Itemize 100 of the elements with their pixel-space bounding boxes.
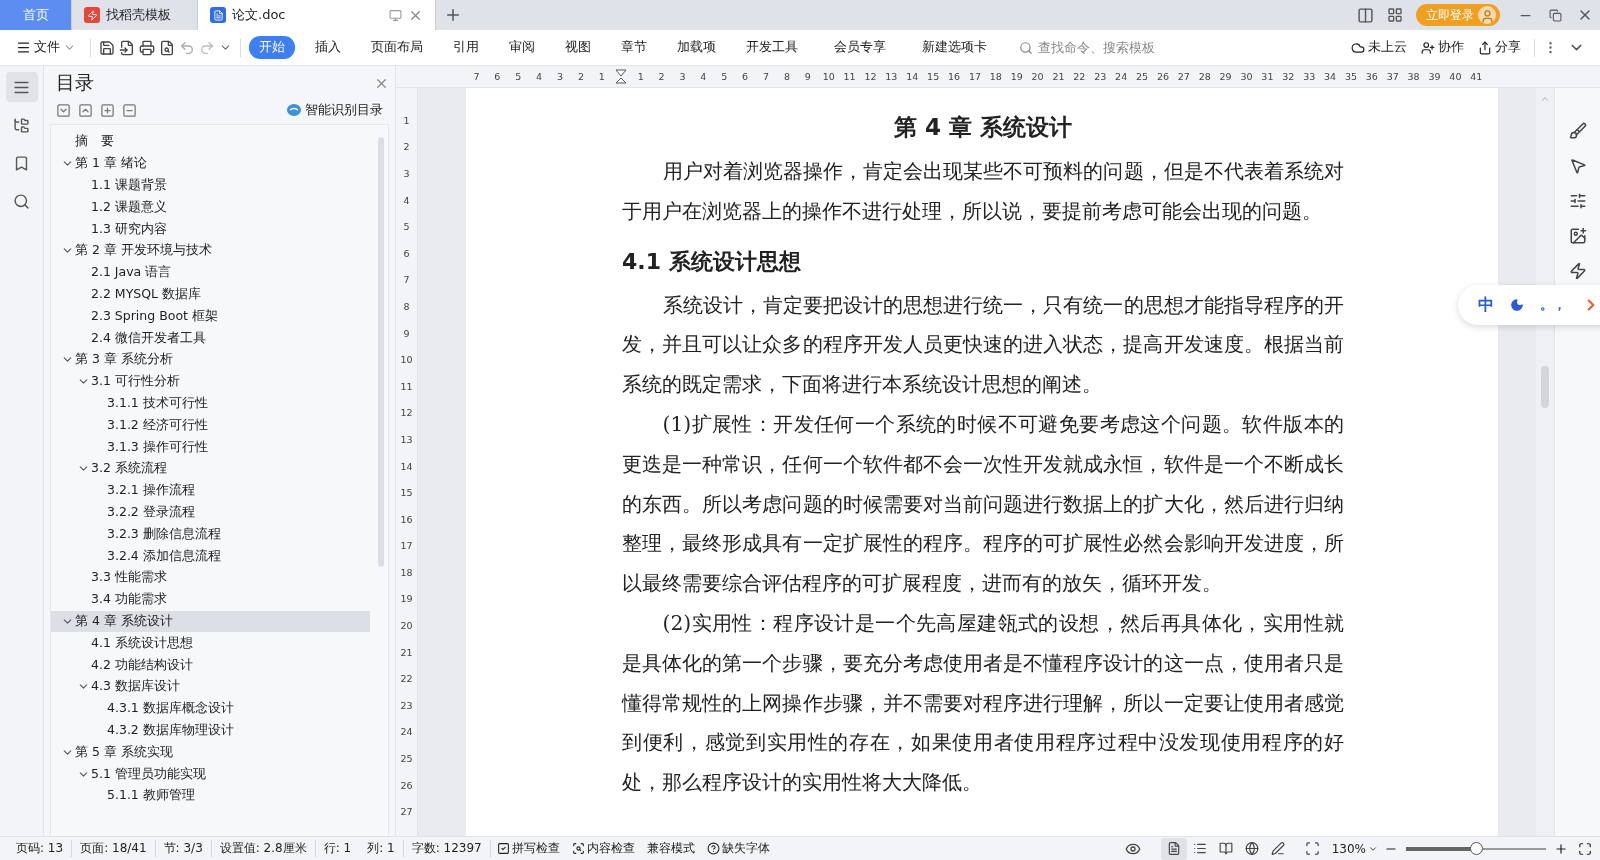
ribbon-tab[interactable]: 审阅: [499, 36, 545, 59]
ribbon-tab[interactable]: 开发工具: [736, 36, 808, 59]
toc-item[interactable]: 第 1 章 绪论: [51, 152, 370, 175]
ribbon-tab[interactable]: 视图: [555, 36, 601, 59]
preview-icon[interactable]: [159, 39, 175, 56]
indent-marker-icon[interactable]: [615, 68, 628, 85]
toc-item[interactable]: 2.3 Spring Boot 框架: [51, 305, 370, 328]
compat-mode-label[interactable]: 兼容模式: [640, 840, 701, 857]
image-icon[interactable]: [1568, 227, 1587, 245]
punctuation-mode[interactable]: 。，: [1540, 296, 1566, 314]
search-glyph-icon[interactable]: [13, 192, 30, 210]
spell-check-button[interactable]: 拼写检查: [490, 840, 566, 857]
zoom-in-icon[interactable]: [1554, 841, 1568, 856]
nav-glyph-icon[interactable]: [13, 116, 30, 134]
page-view-button[interactable]: [1160, 837, 1187, 860]
lightning-icon[interactable]: [1568, 262, 1587, 280]
toc-item[interactable]: 第 3 章 系统分析: [51, 348, 370, 371]
content-check-button[interactable]: 内容检查: [565, 840, 641, 857]
remove-icon[interactable]: [122, 102, 137, 118]
content-icon[interactable]: [571, 842, 585, 855]
toc-item[interactable]: 3.2.2 登录流程: [51, 501, 370, 524]
smart-toc-button[interactable]: 智能识别目录: [281, 100, 389, 120]
monitor-icon[interactable]: [389, 8, 402, 22]
fullscreen-icon[interactable]: [1578, 841, 1592, 856]
toc-item[interactable]: 4.3 数据库设计: [51, 675, 370, 698]
fit-icon[interactable]: [1304, 841, 1320, 856]
plus-icon[interactable]: [444, 6, 462, 24]
toc-item[interactable]: 3.2.4 添加信息流程: [51, 545, 370, 567]
toc-item[interactable]: 2.1 Java 语言: [51, 261, 370, 284]
page-icon[interactable]: [1166, 841, 1181, 856]
font-icon[interactable]: [706, 842, 720, 855]
outline-icon[interactable]: [1192, 841, 1207, 856]
toc-item[interactable]: 4.3.2 数据库物理设计: [51, 719, 370, 742]
smart-recognition-icon[interactable]: [287, 103, 301, 117]
toc-item[interactable]: 5.1.1 教师管理: [51, 784, 370, 807]
export-icon[interactable]: [119, 39, 135, 56]
add-icon[interactable]: [100, 102, 115, 118]
toc-item[interactable]: 3.1.2 经济可行性: [51, 414, 370, 437]
horizontal-ruler: 7 6 5 4 3 2 1 1 2 3 4 5 6 7 8 9 10 11 12 13 14 15 16 17 18 19 20 21 22 23 24 25 26 27 28 29 30 31 32 33 34 35 36 37 38 39 40 41: [396, 66, 1600, 88]
ribbon-tab[interactable]: 会员专享: [824, 36, 896, 59]
missing-font-button[interactable]: 缺失字体: [700, 840, 776, 857]
toc-item[interactable]: 1.3 研究内容: [51, 218, 370, 240]
save-icon[interactable]: [99, 39, 115, 56]
bookmark-glyph-icon[interactable]: [13, 154, 30, 172]
toc-item[interactable]: 3.4 功能需求: [51, 588, 370, 611]
toc-item[interactable]: 1.1 课题背景: [51, 174, 370, 197]
user-plus-icon[interactable]: [1421, 40, 1435, 55]
expand-all-icon[interactable]: [56, 102, 71, 118]
toc-item[interactable]: 3.2.1 操作流程: [51, 479, 370, 502]
toolbar-action[interactable]: 未上云: [1346, 39, 1412, 56]
toc-item[interactable]: 4.1 系统设计思想: [51, 632, 370, 655]
toc-item[interactable]: 3.3 性能需求: [51, 566, 370, 589]
document-tab[interactable]: 论文.doc: [198, 0, 436, 30]
menu-icon[interactable]: [16, 40, 31, 55]
toc-item[interactable]: 2.2 MYSQL 数据库: [51, 283, 370, 306]
toc-item[interactable]: 3.1.1 技术可行性: [51, 392, 370, 415]
pen-icon[interactable]: [1270, 841, 1285, 856]
brush-icon[interactable]: [1568, 122, 1587, 140]
web-icon[interactable]: [1244, 841, 1259, 856]
toc-item[interactable]: 第 5 章 系统实现: [51, 741, 370, 764]
chapter-heading: 第 4 章 系统设计: [893, 113, 1073, 142]
toc-item[interactable]: 第 4 章 系统设计: [51, 610, 370, 633]
ribbon-tab[interactable]: 章节: [611, 36, 657, 59]
toc-item[interactable]: 1.2 课题意义: [51, 196, 370, 219]
file-menu[interactable]: 文件: [10, 39, 82, 56]
share-icon[interactable]: [1478, 40, 1492, 55]
toc-item[interactable]: 3.1 可行性分析: [51, 370, 370, 393]
toc-item[interactable]: 4.3.1 数据库概念设计: [51, 697, 370, 720]
ribbon-tab[interactable]: 插入: [305, 36, 351, 59]
print-icon[interactable]: [139, 39, 155, 56]
sliders-icon[interactable]: [1568, 192, 1587, 210]
zoom-slider[interactable]: [1406, 841, 1546, 856]
toc-item[interactable]: 第 2 章 开发环境与技术: [51, 240, 370, 262]
outline-icon[interactable]: [5, 72, 38, 102]
ime-mode[interactable]: 中: [1478, 294, 1494, 316]
cloud-icon[interactable]: [1351, 40, 1365, 55]
toc-item[interactable]: 3.2 系统流程: [51, 457, 370, 480]
spell-icon[interactable]: [496, 842, 510, 855]
toolbar-action[interactable]: 协作: [1416, 39, 1469, 56]
scrollbar-thumb[interactable]: [1541, 366, 1549, 408]
toc-item[interactable]: 3.2.3 删除信息流程: [51, 523, 370, 546]
slider-thumb[interactable]: [1470, 841, 1483, 855]
moon-icon[interactable]: [1510, 298, 1524, 312]
ribbon-tab[interactable]: 页面布局: [361, 36, 433, 59]
ribbon-tab[interactable]: 引用: [443, 36, 489, 59]
zoom-dropdown[interactable]: 130%: [1325, 841, 1384, 856]
toc-item[interactable]: 5.1 管理员功能实现: [51, 763, 370, 785]
ribbon-tab[interactable]: 新建选项卡: [912, 36, 997, 59]
toc-item[interactable]: 2.4 微信开发者工具: [51, 327, 370, 349]
ribbon-tab[interactable]: 加载项: [667, 36, 726, 59]
scrollbar[interactable]: [378, 137, 384, 567]
toc-item[interactable]: 摘 要: [51, 131, 370, 153]
toolbar-action[interactable]: 分享: [1473, 39, 1526, 56]
ribbon-tab[interactable]: 开始: [249, 36, 295, 59]
pointer-icon[interactable]: [1568, 157, 1587, 175]
toc-item[interactable]: 3.1.3 操作可行性: [51, 436, 370, 458]
command-search-field[interactable]: 查找命令、搜索模板: [1036, 39, 1206, 56]
read-icon[interactable]: [1218, 841, 1233, 856]
toc-item[interactable]: 4.2 功能结构设计: [51, 654, 370, 676]
collapse-all-icon[interactable]: [78, 102, 93, 118]
